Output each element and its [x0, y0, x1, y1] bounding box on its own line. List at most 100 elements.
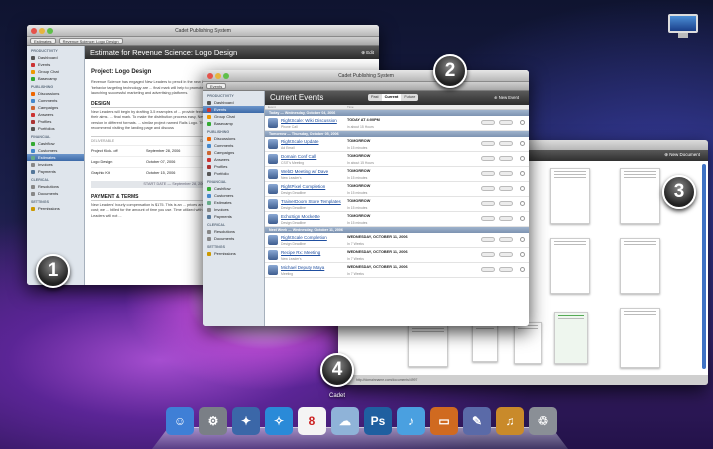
gear-icon[interactable]: [520, 252, 525, 257]
gear-icon[interactable]: [520, 186, 525, 191]
sidebar-item-permissions[interactable]: Permissions: [27, 205, 84, 212]
sidebar-item-answers[interactable]: Answers: [203, 156, 264, 163]
event-title-link[interactable]: EchoSign Mockette: [281, 214, 320, 219]
breadcrumb-events[interactable]: Events: [206, 83, 227, 89]
sidebar-item-discussions[interactable]: Discussions: [203, 135, 264, 142]
delete-button[interactable]: [499, 267, 513, 272]
edit-button[interactable]: [481, 141, 495, 146]
ical-icon[interactable]: 8: [298, 407, 326, 435]
document-thumbnail[interactable]: [472, 322, 498, 362]
edit-button[interactable]: [481, 171, 495, 176]
sidebar-item-estimates[interactable]: Estimates: [27, 154, 84, 161]
delete-button[interactable]: [499, 120, 513, 125]
system-prefs-icon[interactable]: ⚙: [199, 407, 227, 435]
event-row[interactable]: RightScale Update Ad Email TOMORROW In 15 m…: [265, 137, 529, 152]
safari-icon[interactable]: ✧: [265, 407, 293, 435]
event-row[interactable]: RightScale: Wiki Discussion Phone Call TOD…: [265, 116, 529, 131]
gear-icon[interactable]: [520, 216, 525, 221]
minimize-button[interactable]: [215, 73, 221, 79]
itunes-icon[interactable]: ♪: [397, 407, 425, 435]
gear-icon[interactable]: [520, 156, 525, 161]
event-title-link[interactable]: Recipe Rx: Meeting: [281, 250, 320, 255]
sidebar-item-profiles[interactable]: Profiles: [203, 163, 264, 170]
sidebar-item-comments[interactable]: Comments: [203, 142, 264, 149]
sidebar-item-resolutions[interactable]: Resolutions: [27, 183, 84, 190]
finder-icon[interactable]: ☺: [166, 407, 194, 435]
sidebar-item-documents[interactable]: Documents: [203, 235, 264, 242]
edit-button[interactable]: [481, 201, 495, 206]
xcode-icon[interactable]: ✎: [463, 407, 491, 435]
delete-button[interactable]: [499, 141, 513, 146]
close-button[interactable]: [31, 28, 37, 34]
sidebar-item-answers[interactable]: Answers: [27, 111, 84, 118]
document-thumbnail[interactable]: [620, 308, 660, 368]
event-title-link[interactable]: RightScale: Wiki Discussion: [281, 118, 337, 123]
gear-icon[interactable]: [520, 267, 525, 272]
sidebar-item-documents[interactable]: Documents: [27, 190, 84, 197]
sidebar-item-group-chat[interactable]: Group Chat: [27, 68, 84, 75]
keynote-icon[interactable]: ▭: [430, 407, 458, 435]
gear-icon[interactable]: [520, 171, 525, 176]
document-thumbnail[interactable]: [550, 238, 590, 294]
trash-icon[interactable]: ♲: [529, 407, 557, 435]
event-title-link[interactable]: RightPixel Completion: [281, 184, 325, 189]
event-title-link[interactable]: Michael Deputy Maya: [281, 265, 324, 270]
delete-button[interactable]: [499, 252, 513, 257]
delete-button[interactable]: [499, 171, 513, 176]
delete-button[interactable]: [499, 216, 513, 221]
tab-future[interactable]: Future: [401, 94, 419, 101]
sidebar-item-dashboard[interactable]: Dashboard: [203, 99, 264, 106]
sidebar-item-comments[interactable]: Comments: [27, 97, 84, 104]
imac-icon[interactable]: [668, 14, 698, 40]
sidebar-item-estimates[interactable]: Estimates: [203, 199, 264, 206]
close-button[interactable]: [207, 73, 213, 79]
sidebar-item-discussions[interactable]: Discussions: [27, 90, 84, 97]
new-event-button[interactable]: ⊕ New Event: [494, 91, 519, 105]
breadcrumb-current[interactable]: Revenue Science: Logo Design: [58, 38, 123, 44]
new-document-button[interactable]: ⊕ New Document: [664, 152, 700, 158]
delete-button[interactable]: [499, 186, 513, 191]
document-thumbnail[interactable]: [514, 322, 542, 364]
sidebar-item-campaigns[interactable]: Campaigns: [203, 149, 264, 156]
event-row[interactable]: RightPixel Completion Design Deadline TOMO…: [265, 182, 529, 197]
estimate-window-titlebar[interactable]: Cadet Publishing System: [27, 25, 379, 37]
sidebar-item-cashflow[interactable]: Cashflow: [27, 140, 84, 147]
sidebar-item-group-chat[interactable]: Group Chat: [203, 113, 264, 120]
edit-button[interactable]: [481, 237, 495, 242]
sidebar-item-portfolio[interactable]: Portfolio: [203, 170, 264, 177]
event-title-link[interactable]: Domain Conf Call: [281, 154, 316, 159]
event-title-link[interactable]: RightScale Update: [281, 139, 319, 144]
document-thumbnail[interactable]: [554, 312, 588, 364]
delete-button[interactable]: [499, 201, 513, 206]
gear-icon[interactable]: [520, 141, 525, 146]
gear-icon[interactable]: [520, 201, 525, 206]
edit-button[interactable]: [481, 186, 495, 191]
scrollbar[interactable]: [702, 164, 706, 369]
edit-button[interactable]: [481, 156, 495, 161]
sidebar-item-invoices[interactable]: Invoices: [27, 161, 84, 168]
sidebar-item-events[interactable]: Events: [203, 106, 264, 113]
minimize-button[interactable]: [39, 28, 45, 34]
sidebar-item-permissions[interactable]: Permissions: [203, 250, 264, 257]
zoom-button[interactable]: [223, 73, 229, 79]
event-row[interactable]: TrainerDoom Store Templates Design Deadli…: [265, 197, 529, 212]
event-row[interactable]: RightScale Completion Design Deadline WEDN…: [265, 233, 529, 248]
gear-icon[interactable]: [520, 120, 525, 125]
document-thumbnail[interactable]: [408, 325, 448, 367]
event-title-link[interactable]: WebD Meeting w/ Dave: [281, 169, 328, 174]
document-thumbnail[interactable]: [620, 238, 660, 294]
edit-button[interactable]: ⊕ Edit: [361, 46, 374, 59]
cadet-icon[interactable]: ☁: [331, 407, 359, 435]
event-title-link[interactable]: RightScale Completion: [281, 235, 327, 240]
tab-current[interactable]: Current: [381, 94, 402, 101]
sidebar-item-events[interactable]: Events: [27, 61, 84, 68]
sidebar-item-portfolios[interactable]: Portfolios: [27, 125, 84, 132]
event-row[interactable]: Recipe Rx: Meeting New Leader's WEDNESDAY,…: [265, 248, 529, 263]
breadcrumb-estimates[interactable]: Estimates: [30, 38, 56, 44]
preview-icon[interactable]: ✦: [232, 407, 260, 435]
document-thumbnail[interactable]: [620, 168, 660, 224]
events-window-titlebar[interactable]: Cadet Publishing System: [203, 70, 529, 82]
edit-button[interactable]: [481, 216, 495, 221]
photoshop-icon[interactable]: Ps: [364, 407, 392, 435]
sidebar-item-invoices[interactable]: Invoices: [203, 206, 264, 213]
